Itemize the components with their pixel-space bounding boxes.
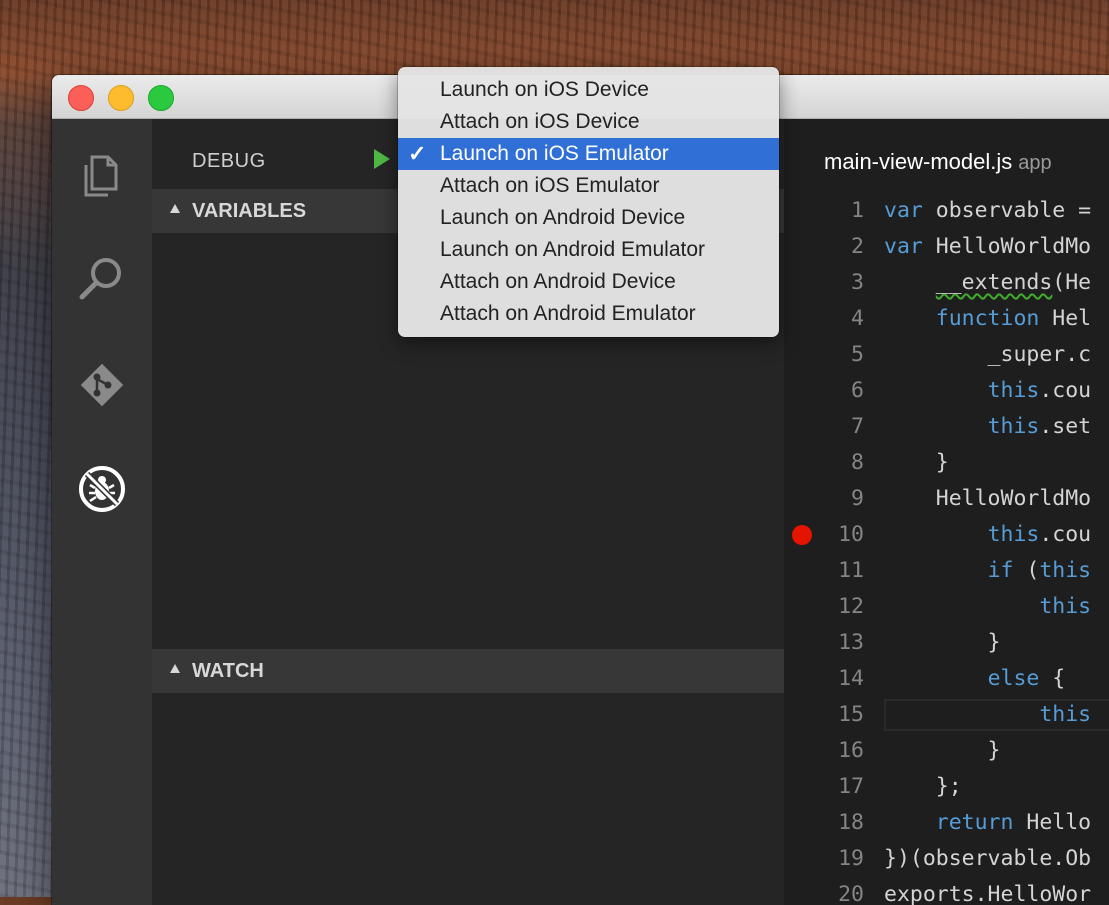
launch-menu-item[interactable]: Attach on Android Device (398, 266, 779, 298)
launch-menu-item-label: Attach on Android Emulator (440, 302, 696, 325)
code-text: _super.c (884, 342, 1092, 367)
maximize-window-button[interactable] (148, 85, 174, 111)
git-icon[interactable] (76, 359, 128, 411)
code-line: 11 if (this (784, 553, 1109, 589)
code-line: 8 } (784, 445, 1109, 481)
line-number: 14 (838, 666, 864, 691)
play-icon (374, 149, 390, 169)
minimize-window-button[interactable] (108, 85, 134, 111)
code-line: 18 return Hello (784, 805, 1109, 841)
code-text: this.cou (987, 378, 1092, 403)
code-text: exports.HelloWor (884, 882, 1092, 905)
start-debugging-button[interactable] (372, 147, 392, 171)
code-line: 5 _super.c (784, 337, 1109, 373)
launch-configuration-dropdown[interactable]: Launch on iOS Device Attach on iOS Device… (398, 67, 779, 337)
code-line: 19 })(observable.Ob (784, 841, 1109, 877)
line-number: 5 (851, 342, 864, 367)
code-text: this.cou (987, 522, 1092, 547)
code-text: __extends(He (935, 270, 1092, 295)
launch-menu-item-label: Attach on iOS Emulator (440, 174, 660, 197)
code-line: 12 this (784, 589, 1109, 625)
code-text: var HelloWorldMo (884, 234, 1092, 259)
launch-menu-item-label: Launch on iOS Device (440, 78, 649, 101)
line-number: 13 (838, 630, 864, 655)
line-number: 10 (838, 522, 864, 547)
checkmark-icon: ✓ (408, 141, 427, 166)
code-text: this.set (987, 414, 1092, 439)
launch-menu-item[interactable]: Attach on Android Emulator (398, 298, 779, 330)
debug-icon[interactable] (76, 463, 128, 515)
code-line: 10 this.cou (784, 517, 1109, 553)
code-line: 15 this (784, 697, 1109, 733)
editor-folder: app (1018, 152, 1052, 174)
collapse-triangle-icon (170, 204, 180, 213)
line-number: 19 (838, 846, 864, 871)
code-editor[interactable]: main-view-model.js app 1 var observable = 2… (784, 119, 1109, 905)
close-window-button[interactable] (68, 85, 94, 111)
launch-menu-item-label: Launch on iOS Emulator (440, 142, 669, 165)
watch-section-header[interactable]: WATCH (152, 649, 784, 693)
code-text: return Hello (935, 810, 1092, 835)
code-text: else { (987, 666, 1066, 691)
line-number: 7 (851, 414, 864, 439)
collapse-triangle-icon (170, 664, 180, 673)
launch-menu-item[interactable]: Attach on iOS Emulator (398, 170, 779, 202)
code-line: 3 __extends(He (784, 265, 1109, 301)
launch-menu-item[interactable]: Launch on Android Device (398, 202, 779, 234)
launch-menu-item-label: Attach on Android Device (440, 270, 676, 293)
code-text: } (884, 450, 949, 475)
code-line: 17 }; (784, 769, 1109, 805)
code-line: 7 this.set (784, 409, 1109, 445)
line-number: 15 (838, 702, 864, 727)
code-text: } (884, 630, 1001, 655)
line-number: 16 (838, 738, 864, 763)
line-number: 9 (851, 486, 864, 511)
launch-menu-item-label: Attach on iOS Device (440, 110, 640, 133)
code-line: 4 function Hel (784, 301, 1109, 337)
code-line: 13 } (784, 625, 1109, 661)
editor-tab[interactable]: main-view-model.js app (824, 149, 1052, 175)
launch-menu-item[interactable]: Attach on iOS Device (398, 106, 779, 138)
launch-menu-item-label: Launch on Android Emulator (440, 238, 706, 261)
launch-menu-item[interactable]: ✓ Launch on iOS Emulator (398, 138, 779, 170)
line-number: 1 (851, 198, 864, 223)
line-number: 4 (851, 306, 864, 331)
code-text: if (this (987, 558, 1092, 583)
line-number: 12 (838, 594, 864, 619)
editor-filename: main-view-model.js (824, 149, 1013, 174)
debug-title: DEBUG (192, 150, 266, 172)
search-icon[interactable] (76, 253, 128, 305)
code-line: 6 this.cou (784, 373, 1109, 409)
code-text: }; (884, 774, 962, 799)
code-line: 9 HelloWorldMo (784, 481, 1109, 517)
watch-section-label: WATCH (192, 660, 264, 682)
line-number: 18 (838, 810, 864, 835)
line-number: 17 (838, 774, 864, 799)
launch-menu-item[interactable]: Launch on iOS Device (398, 74, 779, 106)
activity-bar (52, 119, 152, 905)
line-number: 3 (851, 270, 864, 295)
code-text: HelloWorldMo (884, 486, 1092, 511)
code-text: var observable = (884, 198, 1092, 223)
line-number: 6 (851, 378, 864, 403)
line-number: 2 (851, 234, 864, 259)
code-text: this (1039, 594, 1092, 619)
line-number: 20 (838, 882, 864, 905)
code-text: })(observable.Ob (884, 846, 1092, 871)
files-icon[interactable] (76, 149, 128, 201)
code-text: this (1039, 702, 1092, 727)
line-number: 8 (851, 450, 864, 475)
code-text: function Hel (935, 306, 1092, 331)
code-line: 20 exports.HelloWor (784, 877, 1109, 905)
code-line: 1 var observable = (784, 193, 1109, 229)
launch-menu-item-label: Launch on Android Device (440, 206, 686, 229)
code-text: } (884, 738, 1001, 763)
code-line: 16 } (784, 733, 1109, 769)
variables-section-label: VARIABLES (192, 200, 307, 222)
launch-menu-item[interactable]: Launch on Android Emulator (398, 234, 779, 266)
code-line: 14 else { (784, 661, 1109, 697)
code-line: 2 var HelloWorldMo (784, 229, 1109, 265)
line-number: 11 (838, 558, 864, 583)
